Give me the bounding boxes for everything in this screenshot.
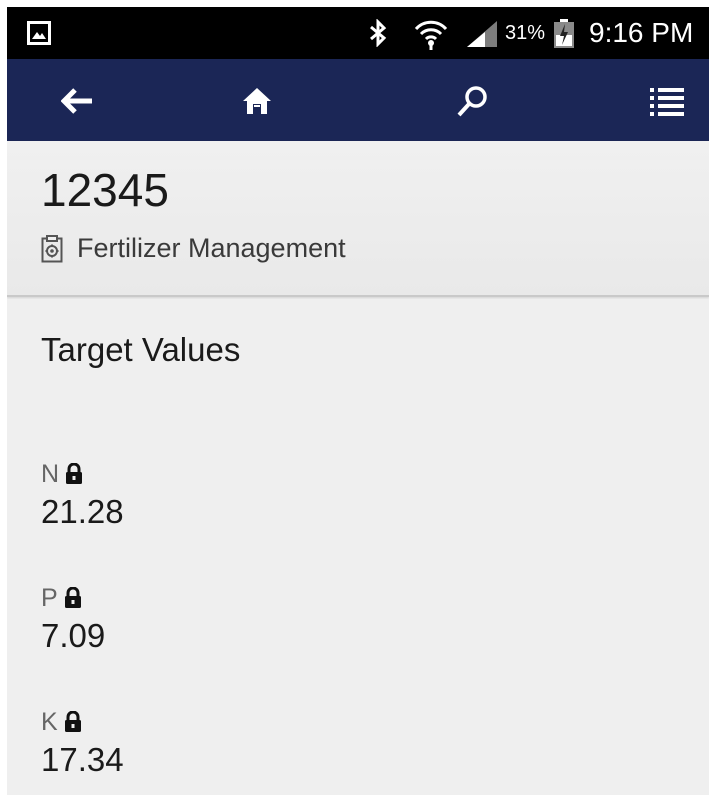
record-header: 12345 Fertilizer Management <box>7 141 709 297</box>
list-menu-icon <box>650 88 684 116</box>
clipboard-gear-icon <box>41 234 63 262</box>
lock-icon <box>64 587 81 608</box>
field-label-p: P <box>41 583 58 612</box>
lock-icon <box>66 463 83 484</box>
field-value-k: 17.34 <box>41 741 124 778</box>
field-value-n: 21.28 <box>41 493 124 530</box>
module-label: Fertilizer Management <box>77 233 346 263</box>
wifi-icon <box>413 17 449 56</box>
signal-icon <box>465 19 499 54</box>
top-navigation-bar <box>7 59 709 141</box>
section-title: Target Values <box>41 331 241 368</box>
search-icon <box>457 86 487 117</box>
field-value-p: 7.09 <box>41 617 106 654</box>
module-row: Fertilizer Management <box>41 233 346 264</box>
app-screen: 31% 9:16 PM 12345 Fertilizer Management … <box>7 7 709 795</box>
back-arrow-icon <box>61 88 92 114</box>
battery-icon <box>553 19 575 54</box>
list-menu-button[interactable] <box>641 75 693 127</box>
field-label-n: N <box>41 459 60 488</box>
home-button[interactable] <box>231 75 283 127</box>
field-p: P 7.09 <box>41 583 105 655</box>
field-k: K 17.34 <box>41 707 124 779</box>
lock-icon <box>64 711 81 732</box>
search-button[interactable] <box>447 75 499 127</box>
field-label-k: K <box>41 707 58 736</box>
clock: 9:16 PM <box>589 17 694 48</box>
home-icon <box>243 88 271 114</box>
target-values-section: Target Values N 21.28 P 7.09 K 17.34 <box>7 299 709 795</box>
field-n: N 21.28 <box>41 459 124 531</box>
status-bar: 31% 9:16 PM <box>7 7 709 59</box>
bluetooth-icon <box>367 18 389 52</box>
record-id: 12345 <box>41 164 169 216</box>
gallery-icon <box>27 21 51 50</box>
battery-percent: 31% <box>505 22 546 44</box>
back-button[interactable] <box>51 75 103 127</box>
